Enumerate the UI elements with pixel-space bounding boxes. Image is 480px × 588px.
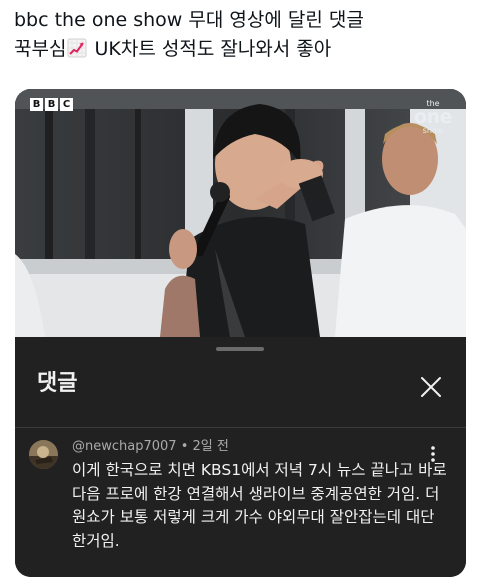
- comment-text: 이게 한국으로 치면 KBS1에서 저녁 7시 뉴스 끝나고 바로 다음 프로에…: [72, 461, 447, 550]
- bbc-logo-letter: B: [45, 98, 58, 111]
- comment-author[interactable]: @newchap7007: [72, 439, 177, 454]
- avatar[interactable]: [29, 440, 58, 469]
- stage-photo: [15, 89, 466, 337]
- comments-sheet: 댓글 @newchap7007 • 2일 전 이게 한국으로 치면 KBS1에서…: [15, 337, 466, 577]
- tweet-line-2: 꾹부심 UK차트 성적도 잘나와서 좋아: [14, 35, 466, 64]
- video-frame[interactable]: B B C the one show: [15, 89, 466, 337]
- divider: [15, 427, 466, 428]
- the-one-show-logo: the one show: [414, 99, 452, 135]
- bbc-logo-letter: C: [60, 98, 73, 111]
- comment-time: 2일 전: [192, 439, 229, 454]
- bbc-logo-letter: B: [30, 98, 43, 111]
- tweet-text: bbc the one show 무대 영상에 달린 댓글 꾹부심 UK차트 성…: [14, 6, 466, 64]
- close-icon[interactable]: [417, 373, 445, 401]
- comments-title: 댓글: [37, 371, 78, 396]
- comment-meta: @newchap7007 • 2일 전: [72, 437, 229, 457]
- bbc-logo: B B C: [30, 98, 73, 111]
- chart-increasing-icon: [67, 38, 87, 58]
- tweet-line-2-start: 꾹부심: [14, 38, 67, 60]
- tweet-line-1: bbc the one show 무대 영상에 달린 댓글: [14, 9, 364, 31]
- logo-one: one: [414, 106, 452, 128]
- tweet-line-2-end: UK차트 성적도 잘나와서 좋아: [88, 38, 332, 60]
- meta-separator: •: [180, 439, 189, 454]
- tweet-media[interactable]: B B C the one show 댓글 @newchap7007 • 2일 …: [15, 89, 466, 577]
- drag-handle[interactable]: [216, 347, 264, 351]
